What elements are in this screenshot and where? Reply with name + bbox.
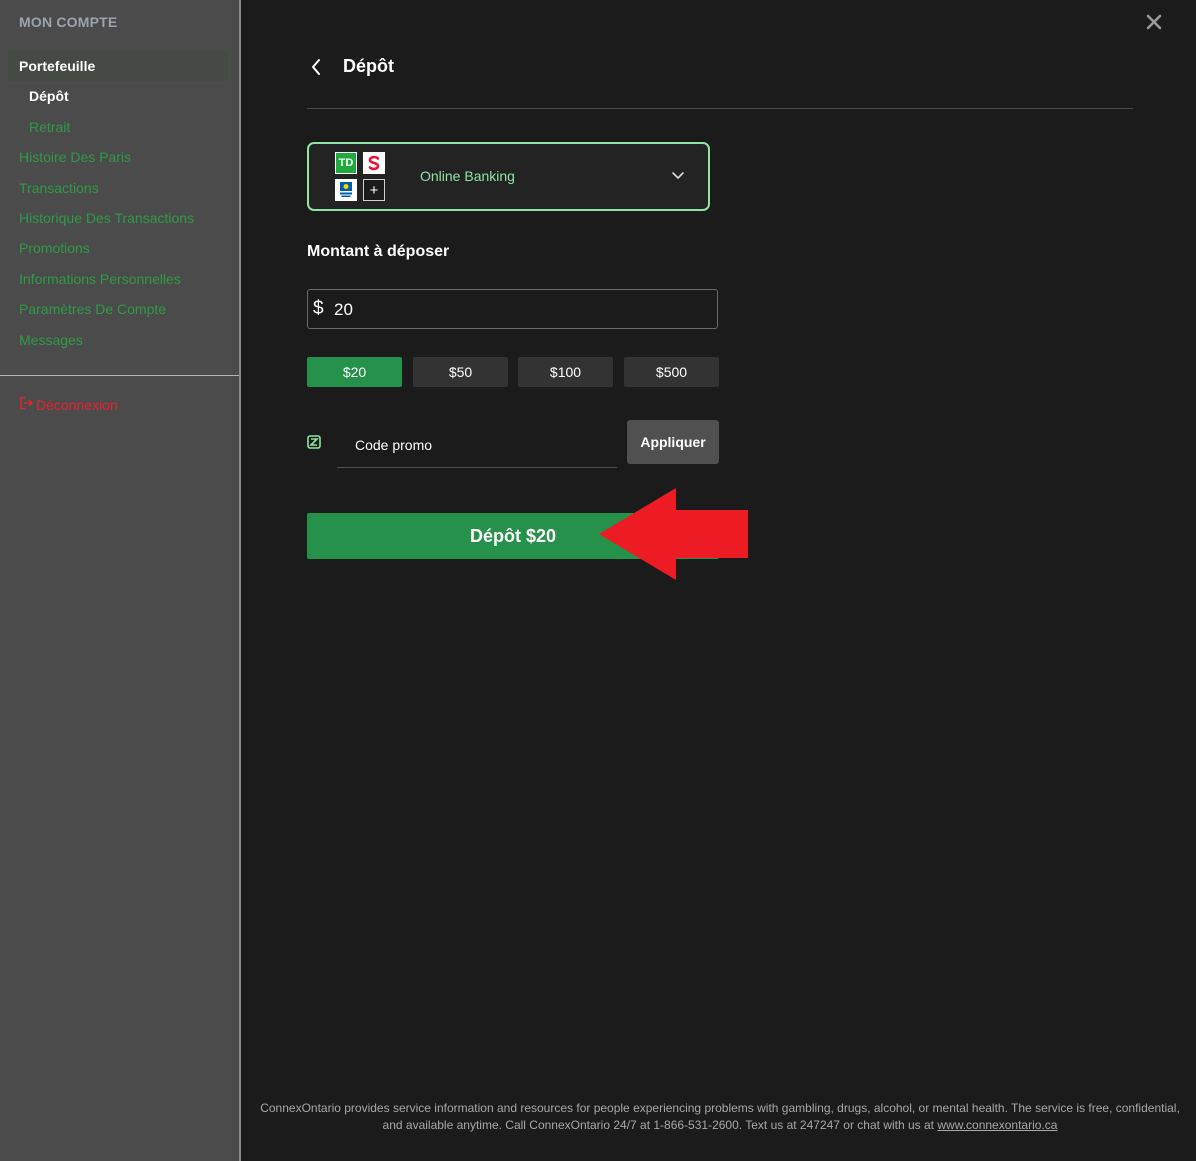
chevron-left-icon <box>312 59 320 75</box>
rbc-logo <box>335 179 357 201</box>
sidebar-item-personal-info[interactable]: Informations Personnelles <box>19 271 181 287</box>
plus-icon: + <box>363 179 385 201</box>
preset-500-button[interactable]: $500 <box>624 357 719 387</box>
preset-20-button[interactable]: $20 <box>307 357 402 387</box>
chevron-down-icon <box>672 172 684 179</box>
logout-icon <box>19 396 34 413</box>
sidebar-title: MON COMPTE <box>19 14 118 30</box>
account-sidebar: MON COMPTE Portefeuille Dépôt Retrait Hi… <box>0 0 241 1161</box>
sidebar-item-transactions[interactable]: Transactions <box>19 180 99 196</box>
close-icon <box>1146 14 1162 30</box>
sidebar-item-wallet[interactable]: Portefeuille <box>19 58 95 74</box>
currency-symbol: $ <box>313 298 324 319</box>
promo-ticket-icon <box>307 435 321 449</box>
scotiabank-logo <box>363 152 385 174</box>
sidebar-item-account-settings[interactable]: Paramètres De Compte <box>19 301 166 317</box>
sidebar-item-bet-history[interactable]: Histoire Des Paris <box>19 149 131 165</box>
sidebar-item-promotions[interactable]: Promotions <box>19 240 90 256</box>
logout-link[interactable]: Déconnexion <box>19 396 118 413</box>
td-bank-logo: TD <box>335 152 357 174</box>
sidebar-item-withdraw[interactable]: Retrait <box>29 119 70 135</box>
preset-100-button[interactable]: $100 <box>518 357 613 387</box>
responsible-gambling-footer: ConnexOntario provides service informati… <box>255 1100 1185 1134</box>
sidebar-item-transaction-history[interactable]: Historique Des Transactions <box>19 210 194 226</box>
td-bank-logo-text: TD <box>338 157 354 169</box>
promo-code-field[interactable] <box>337 420 617 468</box>
amount-input[interactable] <box>332 298 706 322</box>
logout-label: Déconnexion <box>36 396 118 413</box>
amount-field[interactable]: $ <box>307 289 718 329</box>
close-button[interactable] <box>1143 11 1165 33</box>
page-title: Dépôt <box>343 56 394 76</box>
sidebar-divider <box>0 375 239 376</box>
apply-promo-button[interactable]: Appliquer <box>627 420 719 464</box>
back-button[interactable] <box>305 56 327 78</box>
footer-link[interactable]: www.connexontario.ca <box>937 1118 1057 1132</box>
promo-code-input[interactable] <box>353 434 607 456</box>
amount-label: Montant à déposer <box>307 243 450 260</box>
sidebar-item-deposit[interactable]: Dépôt <box>29 88 69 104</box>
payment-method-label: Online Banking <box>420 168 515 184</box>
header-divider <box>307 108 1133 109</box>
preset-50-button[interactable]: $50 <box>413 357 508 387</box>
sidebar-item-messages[interactable]: Messages <box>19 332 83 348</box>
payment-method-select[interactable]: TD + Online Banking <box>307 142 710 211</box>
annotation-arrow-icon <box>599 488 748 580</box>
